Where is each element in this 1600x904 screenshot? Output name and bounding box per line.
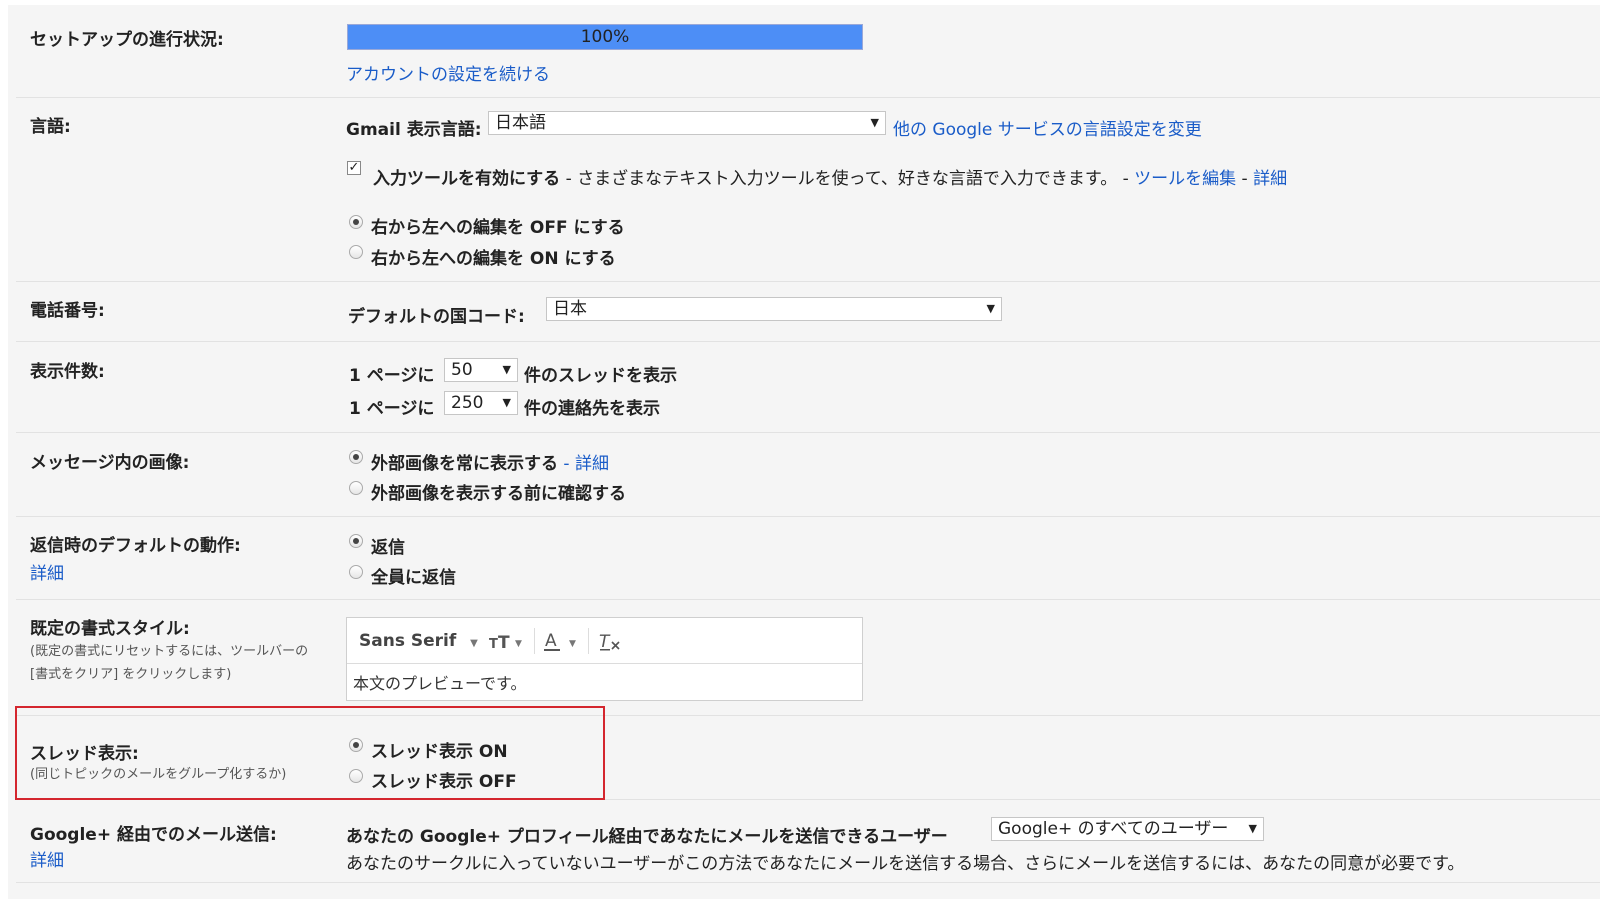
default-format-editor: Sans Serif ▼ T T ▼ A ▼ T 本文のプレビューです。 <box>346 617 863 701</box>
setup-progress-text: 100% <box>580 27 630 47</box>
svg-text:▼: ▼ <box>569 639 576 649</box>
rtl-off-radio[interactable] <box>349 215 363 229</box>
reply-radio[interactable] <box>349 534 363 548</box>
reply-all-option-label: 全員に返信 <box>371 568 456 588</box>
font-family-label: Sans Serif <box>359 631 457 651</box>
thread-highlight-box <box>15 706 605 800</box>
gplus-row: Google+ 経由でのメール送信: 詳細 あなたの Google+ プロフィー… <box>16 800 1600 883</box>
gplus-who-label: あなたの Google+ プロフィール経由であなたにメールを送信できるユーザー <box>346 827 948 847</box>
gmail-language-select[interactable]: 日本語 ▼ <box>488 111 886 135</box>
always-show-images-line: 外部画像を常に表示する - 詳細 <box>371 449 609 474</box>
contacts-suffix: 件の連絡先を表示 <box>524 399 660 419</box>
rtl-off-label: 右から左への編集を OFF にする <box>371 218 625 238</box>
phone-row: 電話番号: デフォルトの国コード: 日本 ▼ <box>16 282 1600 342</box>
ask-before-images-label: 外部画像を表示する前に確認する <box>371 484 626 504</box>
always-show-images-label: 外部画像を常に表示する <box>371 454 558 474</box>
country-code-select[interactable]: 日本 ▼ <box>546 297 1002 321</box>
setup-progress-row: セットアップの進行状況: 100% アカウントの設定を続ける <box>16 5 1600 98</box>
page-size-row: 表示件数: 1 ページに 50 ▼ 件のスレッドを表示 1 ページに 250 ▼… <box>16 342 1600 433</box>
country-code-value: 日本 <box>553 299 587 319</box>
text-color-icon: A ▼ <box>544 631 576 651</box>
input-tools-line: 入力ツールを有効にする - さまざまなテキスト入力ツールを使って、好きな言語で入… <box>373 164 1287 189</box>
clear-formatting-icon: T <box>599 632 620 652</box>
input-tools-desc: - さまざまなテキスト入力ツールを使って、好きな言語で入力できます。 - <box>560 169 1135 189</box>
images-row: メッセージ内の画像: 外部画像を常に表示する - 詳細 外部画像を表示する前に確… <box>16 433 1600 517</box>
ask-before-images-radio[interactable] <box>349 481 363 495</box>
other-services-language-link[interactable]: 他の Google サービスの言語設定を変更 <box>893 115 1202 140</box>
gplus-who-select[interactable]: Google+ のすべてのユーザー ▼ <box>991 817 1264 841</box>
reply-label: 返信時のデフォルトの動作: <box>30 536 241 556</box>
chevron-down-icon: ▼ <box>502 396 511 409</box>
reply-details-link[interactable]: 詳細 <box>30 559 64 584</box>
text-color-button[interactable]: A ▼ <box>543 630 583 659</box>
edit-tools-link[interactable]: ツールを編集 <box>1134 169 1236 189</box>
format-toolbar: Sans Serif ▼ T T ▼ A ▼ T <box>347 618 862 664</box>
input-tools-label: 入力ツールを有効にする <box>373 169 561 189</box>
toolbar-divider <box>534 628 535 654</box>
rtl-on-label: 右から左への編集を ON にする <box>371 249 616 269</box>
threads-prefix: 1 ページに <box>349 366 435 386</box>
images-label: メッセージ内の画像: <box>30 453 190 473</box>
images-details-link[interactable]: 詳細 <box>575 454 609 474</box>
input-tools-sep: - <box>1236 169 1254 189</box>
reply-row: 返信時のデフォルトの動作: 詳細 返信 全員に返信 <box>16 517 1600 600</box>
format-hint-line1: (既定の書式にリセットするには、ツールバーの <box>30 644 309 659</box>
threads-suffix: 件のスレッドを表示 <box>524 366 677 386</box>
gplus-details-link[interactable]: 詳細 <box>30 846 64 871</box>
clear-formatting-button[interactable]: T <box>598 630 624 659</box>
reply-option-label: 返信 <box>371 538 405 558</box>
font-size-button[interactable]: T T ▼ <box>489 630 529 657</box>
contacts-per-page-value: 250 <box>451 393 484 413</box>
format-label: 既定の書式スタイル: <box>30 619 190 639</box>
reply-all-radio[interactable] <box>349 565 363 579</box>
continue-setup-link[interactable]: アカウントの設定を続ける <box>346 60 550 85</box>
images-dash: - <box>558 454 575 474</box>
chevron-down-icon: ▼ <box>470 638 478 649</box>
font-size-icon: T T ▼ <box>489 633 522 653</box>
toolbar-divider <box>588 628 589 654</box>
always-show-images-radio[interactable] <box>349 450 363 464</box>
setup-progress-bar: 100% <box>347 24 863 50</box>
gmail-language-label: Gmail 表示言語: <box>346 120 482 140</box>
chevron-down-icon: ▼ <box>870 116 879 129</box>
phone-label: 電話番号: <box>30 301 105 321</box>
language-row: 言語: Gmail 表示言語: 日本語 ▼ 他の Google サービスの言語設… <box>16 98 1600 282</box>
contacts-prefix: 1 ページに <box>349 399 435 419</box>
input-tools-checkbox[interactable]: ✓ <box>347 161 361 175</box>
setup-progress-label: セットアップの進行状況: <box>30 30 224 50</box>
svg-text:▼: ▼ <box>515 639 522 649</box>
threads-per-page-select[interactable]: 50 ▼ <box>444 358 518 382</box>
page-size-label: 表示件数: <box>30 362 105 382</box>
format-preview-text: 本文のプレビューです。 <box>353 674 527 693</box>
gplus-who-value: Google+ のすべてのユーザー <box>998 819 1229 839</box>
chevron-down-icon: ▼ <box>1248 822 1257 835</box>
rtl-on-radio[interactable] <box>349 245 363 259</box>
country-code-label: デフォルトの国コード: <box>348 307 525 327</box>
threads-per-page-value: 50 <box>451 360 473 380</box>
font-family-button[interactable]: Sans Serif ▼ <box>359 631 478 651</box>
gplus-label: Google+ 経由でのメール送信: <box>30 825 277 845</box>
svg-text:T: T <box>489 637 498 652</box>
svg-text:T: T <box>498 633 510 652</box>
chevron-down-icon: ▼ <box>986 302 995 315</box>
format-hint-line2: [書式をクリア] をクリックします) <box>30 667 232 682</box>
gmail-language-value: 日本語 <box>495 113 546 133</box>
chevron-down-icon: ▼ <box>502 363 511 376</box>
svg-text:A: A <box>545 631 557 651</box>
input-tools-details-link[interactable]: 詳細 <box>1253 169 1287 189</box>
language-label: 言語: <box>30 117 71 137</box>
gplus-note: あなたのサークルに入っていないユーザーがこの方法であなたにメールを送信する場合、… <box>346 854 1465 874</box>
contacts-per-page-select[interactable]: 250 ▼ <box>444 391 518 415</box>
